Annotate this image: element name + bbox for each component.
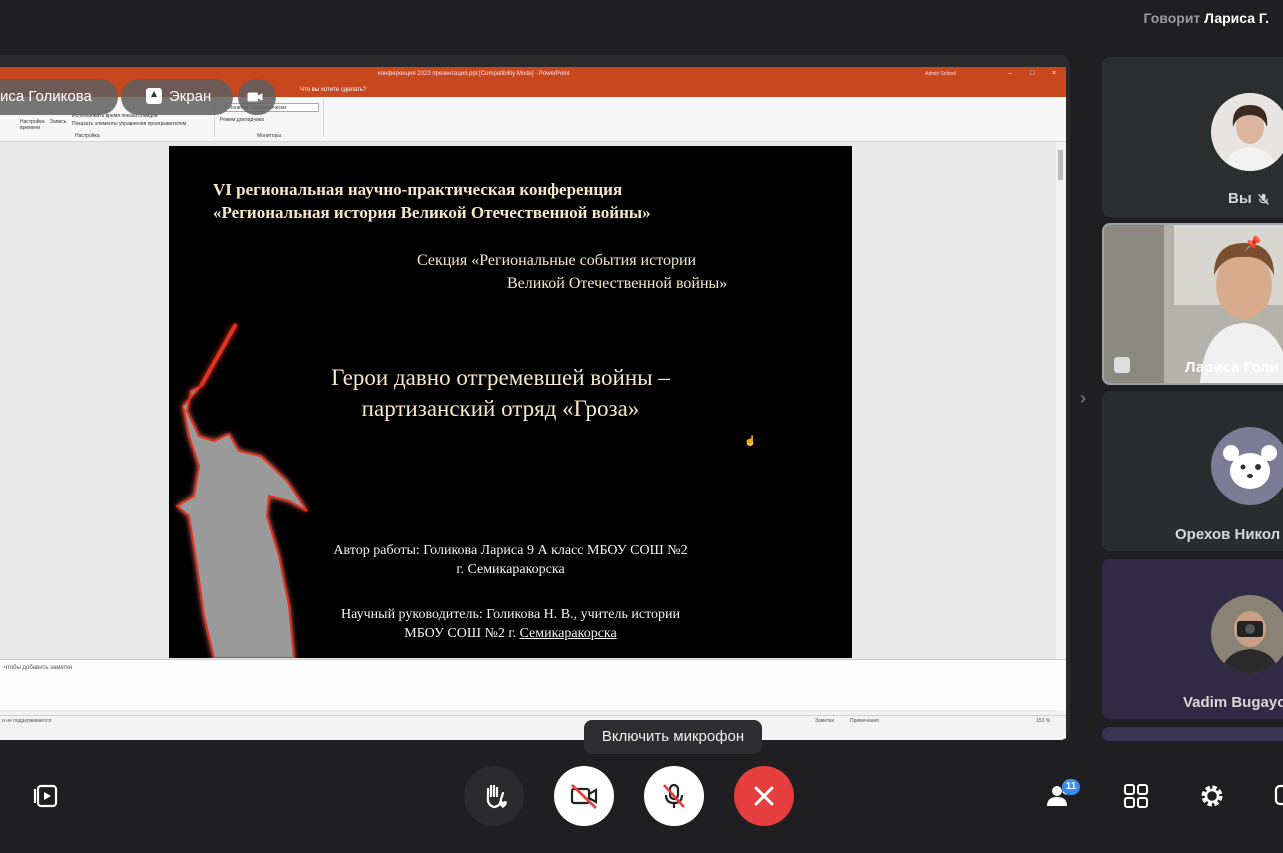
status-notes-button[interactable]: Заметки (815, 718, 834, 724)
screen-share-chip[interactable]: Экран (121, 79, 233, 115)
participant-tile[interactable]: 📌 Лариса Голи (1102, 223, 1283, 385)
hand-icon (486, 784, 507, 809)
minimize-icon[interactable]: – (1008, 70, 1012, 77)
camera-off-icon (570, 784, 598, 809)
tooltip: Включить микрофон (584, 720, 762, 754)
topic-title: Герои давно отгремевшей войны – партизан… (331, 365, 670, 421)
slide: VI региональная научно-практическая конф… (169, 146, 852, 658)
ribbon-separator (323, 99, 324, 137)
participant-name: Лариса Голи (1185, 359, 1279, 376)
ppt-search-hint[interactable]: Что вы хотите сделать? (300, 87, 366, 93)
ppt-user: Admin School (925, 71, 956, 77)
participants-count-badge: 11 (1062, 779, 1080, 795)
ppt-status-bar: и не поддерживается Заметки Примечания 1… (0, 715, 1066, 726)
gear-icon (1201, 785, 1223, 807)
raise-hand-button[interactable] (464, 766, 524, 826)
grid-icon (1124, 784, 1148, 808)
vertical-scrollbar[interactable] (1057, 142, 1065, 712)
screen-share-icon (146, 88, 162, 104)
zoom-level[interactable]: 153 % (1036, 718, 1050, 724)
participant-name: Vadim Bugayo (1183, 694, 1283, 711)
close-icon[interactable]: × (1052, 70, 1056, 77)
more-button-partial[interactable] (1274, 782, 1283, 810)
notes-placeholder: чтобы добавить заметки (4, 665, 73, 671)
participant-tile[interactable]: Орехов Никол (1102, 391, 1283, 551)
camera-toggle-button[interactable] (554, 766, 614, 826)
settings-button[interactable] (1198, 782, 1226, 810)
screen-share-label: Экран (169, 88, 212, 105)
grid-view-button[interactable] (1122, 782, 1150, 810)
author-text: Автор работы: Голикова Лариса 9 А класс … (333, 543, 688, 577)
pin-icon[interactable]: 📌 (1244, 235, 1261, 252)
ribbon-monitors-group: Мониторы (257, 133, 281, 139)
conference-title: VI региональная научно-практическая конф… (213, 180, 651, 222)
camera-icon (247, 92, 263, 102)
mic-off-icon (1258, 193, 1269, 205)
participant-name: Вы (1228, 190, 1252, 207)
ribbon-setup-time[interactable]: Настройка времени (20, 119, 48, 131)
mouse-cursor-icon: ☝ (744, 436, 757, 447)
avatar (1211, 93, 1283, 171)
side-panel-toggle[interactable]: › (1080, 388, 1086, 409)
end-call-button[interactable] (734, 766, 794, 826)
ribbon-setup-group: Настройка (75, 133, 100, 139)
avatar (1211, 595, 1283, 673)
status-comments-button[interactable]: Примечания (850, 718, 879, 724)
close-icon (754, 786, 774, 806)
chat-icon (1274, 784, 1283, 806)
screen-share-icon (1114, 357, 1130, 373)
speaker-indicator: Говорит Лариса Г. (1144, 10, 1270, 26)
participant-tile-partial (1102, 727, 1283, 741)
ribbon-record[interactable]: Запись (50, 119, 66, 125)
avatar (1211, 427, 1283, 505)
status-left: и не поддерживается (2, 718, 52, 724)
mic-off-icon (663, 783, 685, 808)
advisor-text: Научный руководитель: Голикова Н. В., уч… (341, 607, 680, 641)
scroll-thumb[interactable] (1058, 150, 1063, 180)
ppt-document-title: конференция 2023 презентация.ppt [Compat… (378, 71, 570, 77)
camera-chip[interactable] (238, 79, 276, 115)
presentation-mode-button[interactable] (32, 782, 60, 810)
participant-tile[interactable]: Вы (1102, 57, 1283, 217)
section-title: Секция «Региональные события истории Вел… (417, 252, 728, 292)
mic-toggle-button[interactable] (644, 766, 704, 826)
presenter-name-chip: иса Голикова (0, 79, 118, 115)
maximize-icon[interactable]: □ (1030, 70, 1034, 77)
ribbon-presenter-mode[interactable]: Режим докладчика (220, 117, 264, 123)
participant-name: Орехов Никол (1175, 526, 1281, 543)
speaker-prefix: Говорит (1143, 10, 1201, 26)
ribbon-show-media[interactable]: Показать элементы управления проигрывате… (72, 121, 186, 127)
play-screen-icon (33, 784, 58, 808)
speaker-name: Лариса Г. (1204, 10, 1269, 26)
participant-tile[interactable]: Vadim Bugayo (1102, 559, 1283, 719)
notes-pane[interactable]: чтобы добавить заметки (0, 659, 1066, 710)
